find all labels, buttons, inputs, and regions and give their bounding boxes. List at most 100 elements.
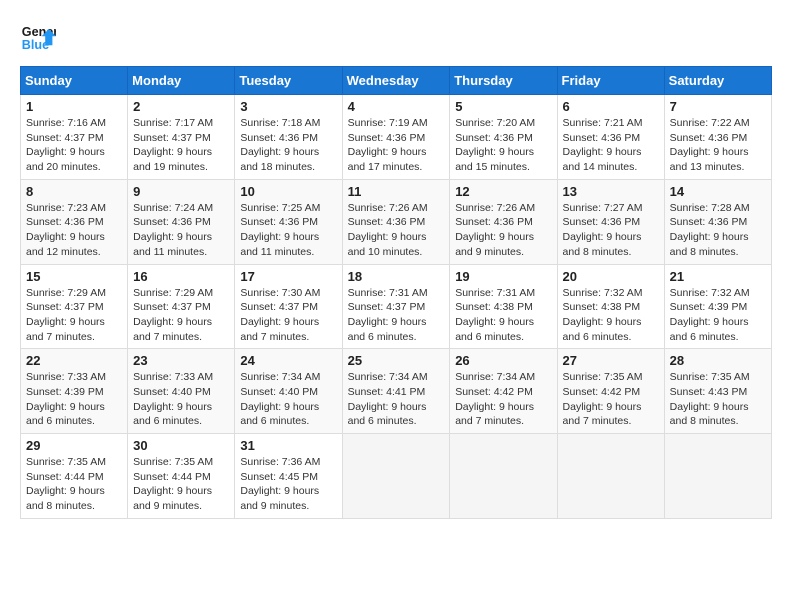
day-number: 14 bbox=[670, 184, 766, 199]
day-number: 25 bbox=[348, 353, 445, 368]
day-info: Sunrise: 7:17 AMSunset: 4:37 PMDaylight:… bbox=[133, 116, 229, 175]
day-cell-4: 4Sunrise: 7:19 AMSunset: 4:36 PMDaylight… bbox=[342, 95, 450, 180]
day-info: Sunrise: 7:35 AMSunset: 4:42 PMDaylight:… bbox=[563, 370, 659, 429]
day-cell-22: 22 Sunrise: 7:33 AMSunset: 4:39 PMDayligh… bbox=[21, 349, 128, 434]
day-info: Sunrise: 7:22 AMSunset: 4:36 PMDaylight:… bbox=[670, 116, 766, 175]
day-number: 5 bbox=[455, 99, 551, 114]
day-number: 19 bbox=[455, 269, 551, 284]
day-number: 9 bbox=[133, 184, 229, 199]
day-number: 15 bbox=[26, 269, 122, 284]
day-cell-2: 2 Sunrise: 7:17 AMSunset: 4:37 PMDaylight… bbox=[128, 95, 235, 180]
day-info: Sunrise: 7:32 AMSunset: 4:39 PMDaylight:… bbox=[670, 286, 766, 345]
day-info: Sunrise: 7:20 AMSunset: 4:36 PMDaylight:… bbox=[455, 116, 551, 175]
day-number: 21 bbox=[670, 269, 766, 284]
day-cell-10: 10Sunrise: 7:25 AMSunset: 4:36 PMDayligh… bbox=[235, 179, 342, 264]
day-cell-23: 23 Sunrise: 7:33 AMSunset: 4:40 PMDayligh… bbox=[128, 349, 235, 434]
day-cell-6: 6 Sunrise: 7:21 AMSunset: 4:36 PMDaylight… bbox=[557, 95, 664, 180]
day-info: Sunrise: 7:36 AMSunset: 4:45 PMDaylight:… bbox=[240, 455, 336, 514]
day-cell-24: 24 Sunrise: 7:34 AMSunset: 4:40 PMDayligh… bbox=[235, 349, 342, 434]
day-number: 6 bbox=[563, 99, 659, 114]
day-number: 29 bbox=[26, 438, 122, 453]
day-number: 31 bbox=[240, 438, 336, 453]
day-info: Sunrise: 7:23 AMSunset: 4:36 PMDaylight:… bbox=[26, 201, 122, 260]
day-number: 22 bbox=[26, 353, 122, 368]
day-cell-15: 15 Sunrise: 7:29 AMSunset: 4:37 PMDayligh… bbox=[21, 264, 128, 349]
day-cell-31: 31 Sunrise: 7:36 AMSunset: 4:45 PMDayligh… bbox=[235, 434, 342, 519]
day-info: Sunrise: 7:35 AMSunset: 4:43 PMDaylight:… bbox=[670, 370, 766, 429]
week-row-1: 1Sunrise: 7:16 AMSunset: 4:37 PMDaylight… bbox=[21, 95, 772, 180]
day-cell-28: 28 Sunrise: 7:35 AMSunset: 4:43 PMDayligh… bbox=[664, 349, 771, 434]
logo: General Blue bbox=[20, 20, 60, 56]
day-info: Sunrise: 7:29 AMSunset: 4:37 PMDaylight:… bbox=[133, 286, 229, 345]
day-number: 20 bbox=[563, 269, 659, 284]
header-saturday: Saturday bbox=[664, 67, 771, 95]
day-info: Sunrise: 7:34 AMSunset: 4:41 PMDaylight:… bbox=[348, 370, 445, 429]
calendar-header-row: SundayMondayTuesdayWednesdayThursdayFrid… bbox=[21, 67, 772, 95]
header-wednesday: Wednesday bbox=[342, 67, 450, 95]
day-cell-1: 1Sunrise: 7:16 AMSunset: 4:37 PMDaylight… bbox=[21, 95, 128, 180]
day-cell-30: 30 Sunrise: 7:35 AMSunset: 4:44 PMDayligh… bbox=[128, 434, 235, 519]
week-row-2: 8 Sunrise: 7:23 AMSunset: 4:36 PMDaylight… bbox=[21, 179, 772, 264]
day-info: Sunrise: 7:28 AMSunset: 4:36 PMDaylight:… bbox=[670, 201, 766, 260]
day-number: 24 bbox=[240, 353, 336, 368]
day-cell-16: 16 Sunrise: 7:29 AMSunset: 4:37 PMDayligh… bbox=[128, 264, 235, 349]
day-cell-7: 7Sunrise: 7:22 AMSunset: 4:36 PMDaylight… bbox=[664, 95, 771, 180]
logo-icon: General Blue bbox=[20, 20, 56, 56]
week-row-5: 29 Sunrise: 7:35 AMSunset: 4:44 PMDayligh… bbox=[21, 434, 772, 519]
day-info: Sunrise: 7:35 AMSunset: 4:44 PMDaylight:… bbox=[133, 455, 229, 514]
week-row-3: 15 Sunrise: 7:29 AMSunset: 4:37 PMDayligh… bbox=[21, 264, 772, 349]
header-tuesday: Tuesday bbox=[235, 67, 342, 95]
day-number: 28 bbox=[670, 353, 766, 368]
day-info: Sunrise: 7:32 AMSunset: 4:38 PMDaylight:… bbox=[563, 286, 659, 345]
day-info: Sunrise: 7:34 AMSunset: 4:40 PMDaylight:… bbox=[240, 370, 336, 429]
header-thursday: Thursday bbox=[450, 67, 557, 95]
week-row-4: 22 Sunrise: 7:33 AMSunset: 4:39 PMDayligh… bbox=[21, 349, 772, 434]
day-cell-18: 18Sunrise: 7:31 AMSunset: 4:37 PMDayligh… bbox=[342, 264, 450, 349]
day-number: 10 bbox=[240, 184, 336, 199]
day-number: 27 bbox=[563, 353, 659, 368]
day-info: Sunrise: 7:18 AMSunset: 4:36 PMDaylight:… bbox=[240, 116, 336, 175]
day-number: 30 bbox=[133, 438, 229, 453]
day-cell-13: 13Sunrise: 7:27 AMSunset: 4:36 PMDayligh… bbox=[557, 179, 664, 264]
svg-text:Blue: Blue bbox=[22, 38, 49, 52]
day-info: Sunrise: 7:31 AMSunset: 4:38 PMDaylight:… bbox=[455, 286, 551, 345]
day-number: 23 bbox=[133, 353, 229, 368]
day-cell-14: 14 Sunrise: 7:28 AMSunset: 4:36 PMDayligh… bbox=[664, 179, 771, 264]
day-info: Sunrise: 7:35 AMSunset: 4:44 PMDaylight:… bbox=[26, 455, 122, 514]
header-monday: Monday bbox=[128, 67, 235, 95]
day-cell-17: 17Sunrise: 7:30 AMSunset: 4:37 PMDayligh… bbox=[235, 264, 342, 349]
page-header: General Blue bbox=[20, 20, 772, 56]
empty-cell bbox=[557, 434, 664, 519]
day-cell-26: 26Sunrise: 7:34 AMSunset: 4:42 PMDayligh… bbox=[450, 349, 557, 434]
day-info: Sunrise: 7:33 AMSunset: 4:39 PMDaylight:… bbox=[26, 370, 122, 429]
day-cell-9: 9Sunrise: 7:24 AMSunset: 4:36 PMDaylight… bbox=[128, 179, 235, 264]
day-cell-25: 25 Sunrise: 7:34 AMSunset: 4:41 PMDayligh… bbox=[342, 349, 450, 434]
day-cell-29: 29 Sunrise: 7:35 AMSunset: 4:44 PMDayligh… bbox=[21, 434, 128, 519]
day-cell-12: 12Sunrise: 7:26 AMSunset: 4:36 PMDayligh… bbox=[450, 179, 557, 264]
day-number: 3 bbox=[240, 99, 336, 114]
day-number: 8 bbox=[26, 184, 122, 199]
header-friday: Friday bbox=[557, 67, 664, 95]
day-number: 16 bbox=[133, 269, 229, 284]
day-number: 26 bbox=[455, 353, 551, 368]
day-number: 13 bbox=[563, 184, 659, 199]
empty-cell bbox=[342, 434, 450, 519]
day-number: 12 bbox=[455, 184, 551, 199]
calendar-table: SundayMondayTuesdayWednesdayThursdayFrid… bbox=[20, 66, 772, 519]
day-number: 2 bbox=[133, 99, 229, 114]
header-sunday: Sunday bbox=[21, 67, 128, 95]
day-info: Sunrise: 7:29 AMSunset: 4:37 PMDaylight:… bbox=[26, 286, 122, 345]
day-info: Sunrise: 7:21 AMSunset: 4:36 PMDaylight:… bbox=[563, 116, 659, 175]
day-info: Sunrise: 7:26 AMSunset: 4:36 PMDaylight:… bbox=[348, 201, 445, 260]
day-cell-20: 20 Sunrise: 7:32 AMSunset: 4:38 PMDayligh… bbox=[557, 264, 664, 349]
day-cell-3: 3 Sunrise: 7:18 AMSunset: 4:36 PMDaylight… bbox=[235, 95, 342, 180]
day-number: 4 bbox=[348, 99, 445, 114]
empty-cell bbox=[450, 434, 557, 519]
day-cell-27: 27 Sunrise: 7:35 AMSunset: 4:42 PMDayligh… bbox=[557, 349, 664, 434]
day-info: Sunrise: 7:30 AMSunset: 4:37 PMDaylight:… bbox=[240, 286, 336, 345]
day-info: Sunrise: 7:33 AMSunset: 4:40 PMDaylight:… bbox=[133, 370, 229, 429]
day-cell-21: 21 Sunrise: 7:32 AMSunset: 4:39 PMDayligh… bbox=[664, 264, 771, 349]
day-info: Sunrise: 7:16 AMSunset: 4:37 PMDaylight:… bbox=[26, 116, 122, 175]
day-number: 11 bbox=[348, 184, 445, 199]
day-info: Sunrise: 7:31 AMSunset: 4:37 PMDaylight:… bbox=[348, 286, 445, 345]
